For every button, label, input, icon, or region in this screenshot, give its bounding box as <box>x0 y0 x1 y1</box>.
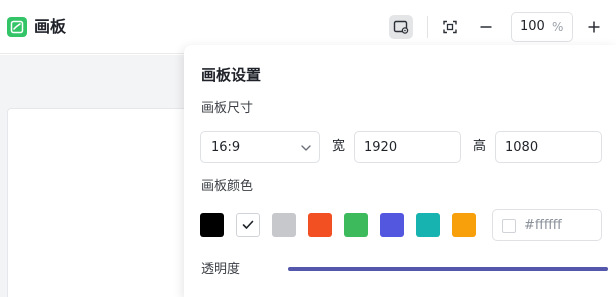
app-title: 画板 <box>34 17 67 36</box>
canvas-settings-panel: 画板设置 画板尺寸 16:9 宽 1920 高 1080 画板颜色 #fffff… <box>184 45 616 297</box>
color-swatch-blue[interactable] <box>380 213 404 237</box>
color-swatch-gray[interactable] <box>272 213 296 237</box>
hex-color-preview <box>502 219 516 233</box>
checkmark-icon <box>242 220 254 229</box>
width-input-value: 1920 <box>364 140 398 155</box>
height-input[interactable]: 1080 <box>495 131 602 163</box>
zoom-in-icon <box>588 21 600 33</box>
hex-color-value: #ffffff <box>524 218 562 233</box>
ratio-select-value: 16:9 <box>211 140 241 155</box>
color-swatch-teal[interactable] <box>416 213 440 237</box>
canvas-settings-button[interactable] <box>389 15 413 39</box>
canvas-workspace[interactable] <box>0 55 207 297</box>
canvas-board[interactable] <box>7 108 207 297</box>
zoom-unit: % <box>552 20 564 34</box>
zoom-input[interactable]: 100 % <box>511 12 573 42</box>
toolbar-divider <box>427 16 428 38</box>
fit-screen-icon <box>443 20 457 34</box>
opacity-slider[interactable] <box>288 267 608 271</box>
opacity-label: 透明度 <box>201 262 241 277</box>
color-swatch-white[interactable] <box>236 213 260 237</box>
width-label: 宽 <box>332 139 346 154</box>
color-swatch-green[interactable] <box>344 213 368 237</box>
canvas-settings-icon <box>393 20 409 34</box>
panel-title: 画板设置 <box>201 66 262 84</box>
ratio-select[interactable]: 16:9 <box>200 131 320 163</box>
zoom-in-button[interactable] <box>582 15 606 39</box>
hex-color-input[interactable]: #ffffff <box>492 209 602 241</box>
size-section-label: 画板尺寸 <box>201 101 254 116</box>
chevron-down-icon <box>301 145 311 151</box>
canvas-app-icon <box>7 17 27 37</box>
color-swatch-black[interactable] <box>200 213 224 237</box>
color-section-label: 画板颜色 <box>201 179 254 194</box>
zoom-value: 100 <box>520 19 545 34</box>
height-input-value: 1080 <box>505 140 539 155</box>
color-swatch-orange[interactable] <box>452 213 476 237</box>
height-label: 高 <box>473 139 487 154</box>
width-input[interactable]: 1920 <box>354 131 461 163</box>
zoom-out-icon <box>480 26 492 28</box>
opacity-slider-fill <box>288 267 608 271</box>
fit-screen-button[interactable] <box>438 15 462 39</box>
zoom-out-button[interactable] <box>474 15 498 39</box>
color-swatch-red[interactable] <box>308 213 332 237</box>
